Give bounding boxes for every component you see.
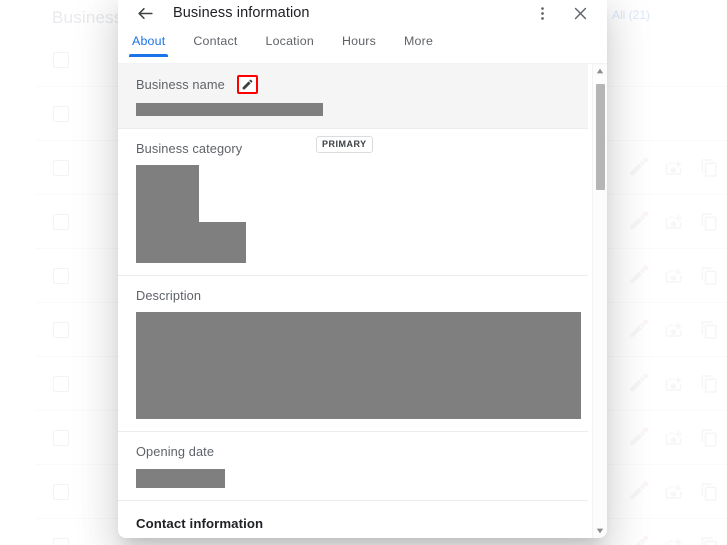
row-checkbox[interactable] [53,267,69,284]
notification-dot-icon [643,427,648,432]
row-checkbox[interactable] [53,51,69,68]
business-name-label: Business name [136,77,225,92]
dialog-scrollbar[interactable] [592,64,607,538]
row-checkbox[interactable] [53,375,69,392]
field-phone-number[interactable]: Phone number [118,535,588,538]
add-photo-icon[interactable] [664,536,683,545]
add-photo-icon[interactable] [664,374,683,393]
opening-date-label: Opening date [136,444,215,460]
scrollbar-thumb[interactable] [596,84,605,190]
section-heading-contact-information: Contact information [136,516,264,531]
tab-location[interactable]: Location [266,34,314,57]
tab-more[interactable]: More [404,34,433,57]
row-actions [628,481,719,501]
row-actions [628,265,719,285]
notification-dot-icon [643,211,648,216]
more-vert-icon[interactable] [529,0,555,26]
arrow-back-icon[interactable] [132,0,158,26]
field-business-category[interactable]: Business category PRIMARY [118,129,588,276]
row-actions [628,211,719,231]
description-label: Description [136,288,202,304]
duplicate-icon[interactable] [700,266,719,285]
status-badge-primary: PRIMARY [316,136,373,153]
dialog-header: Business information [118,0,607,34]
dialog-body: Business name Business category PRIMARY [118,63,607,538]
add-photo-icon[interactable] [664,266,683,285]
edit-pencil-icon[interactable] [628,211,648,231]
duplicate-icon[interactable] [700,158,719,177]
row-checkbox[interactable] [53,105,69,122]
field-business-name[interactable]: Business name [118,64,588,129]
dialog-title: Business information [173,5,310,21]
edit-pencil-icon[interactable] [628,427,648,447]
edit-pencil-icon[interactable] [628,319,648,339]
business-name-value-redacted [136,103,323,116]
business-information-dialog: Business information About Contact Locat… [118,0,607,538]
duplicate-icon[interactable] [700,374,719,393]
notification-dot-icon [643,535,648,540]
notification-dot-icon [643,319,648,324]
row-actions [628,373,719,393]
close-icon[interactable] [567,0,593,26]
edit-pencil-icon[interactable] [628,373,648,393]
row-checkbox[interactable] [53,429,69,446]
dialog-tabs: About Contact Location Hours More [118,34,607,63]
row-actions [628,319,719,339]
duplicate-icon[interactable] [700,428,719,447]
edit-pencil-icon[interactable] [628,481,648,501]
scroll-down-arrow-icon[interactable] [593,524,607,538]
tab-hours[interactable]: Hours [342,34,376,57]
redaction-block [136,222,246,263]
row-checkbox[interactable] [53,321,69,338]
tab-about[interactable]: About [128,34,169,57]
row-checkbox[interactable] [53,483,69,500]
row-checkbox[interactable] [53,213,69,230]
opening-date-value-redacted [136,469,225,488]
add-photo-icon[interactable] [664,428,683,447]
background-filter-chip-all[interactable]: All (21) [612,8,650,22]
edit-pencil-icon[interactable] [628,265,648,285]
notification-dot-icon [643,157,648,162]
row-actions [628,535,719,545]
tab-contact[interactable]: Contact [193,34,237,57]
row-checkbox[interactable] [53,159,69,176]
edit-pencil-icon[interactable] [628,535,648,545]
field-opening-date[interactable]: Opening date [118,432,588,501]
duplicate-icon[interactable] [700,320,719,339]
add-photo-icon[interactable] [664,320,683,339]
duplicate-icon[interactable] [700,482,719,501]
row-checkbox[interactable] [53,537,69,545]
duplicate-icon[interactable] [700,536,719,545]
add-photo-icon[interactable] [664,158,683,177]
add-photo-icon[interactable] [664,482,683,501]
description-value-redacted [136,312,581,419]
row-actions [628,157,719,177]
scroll-up-arrow-icon[interactable] [593,64,607,78]
business-category-label: Business category [136,141,243,157]
notification-dot-icon [643,265,648,270]
add-photo-icon[interactable] [664,212,683,231]
edit-pencil-icon[interactable] [237,75,259,94]
duplicate-icon[interactable] [700,212,719,231]
row-actions [628,427,719,447]
edit-pencil-icon[interactable] [628,157,648,177]
dialog-scroll-content: Business name Business category PRIMARY [118,64,588,538]
field-description[interactable]: Description [118,276,588,432]
business-category-value-redacted [136,165,246,263]
notification-dot-icon [643,373,648,378]
screen: Businesses All (21) Store c 065221 69142 [0,0,727,545]
notification-dot-icon [643,481,648,486]
